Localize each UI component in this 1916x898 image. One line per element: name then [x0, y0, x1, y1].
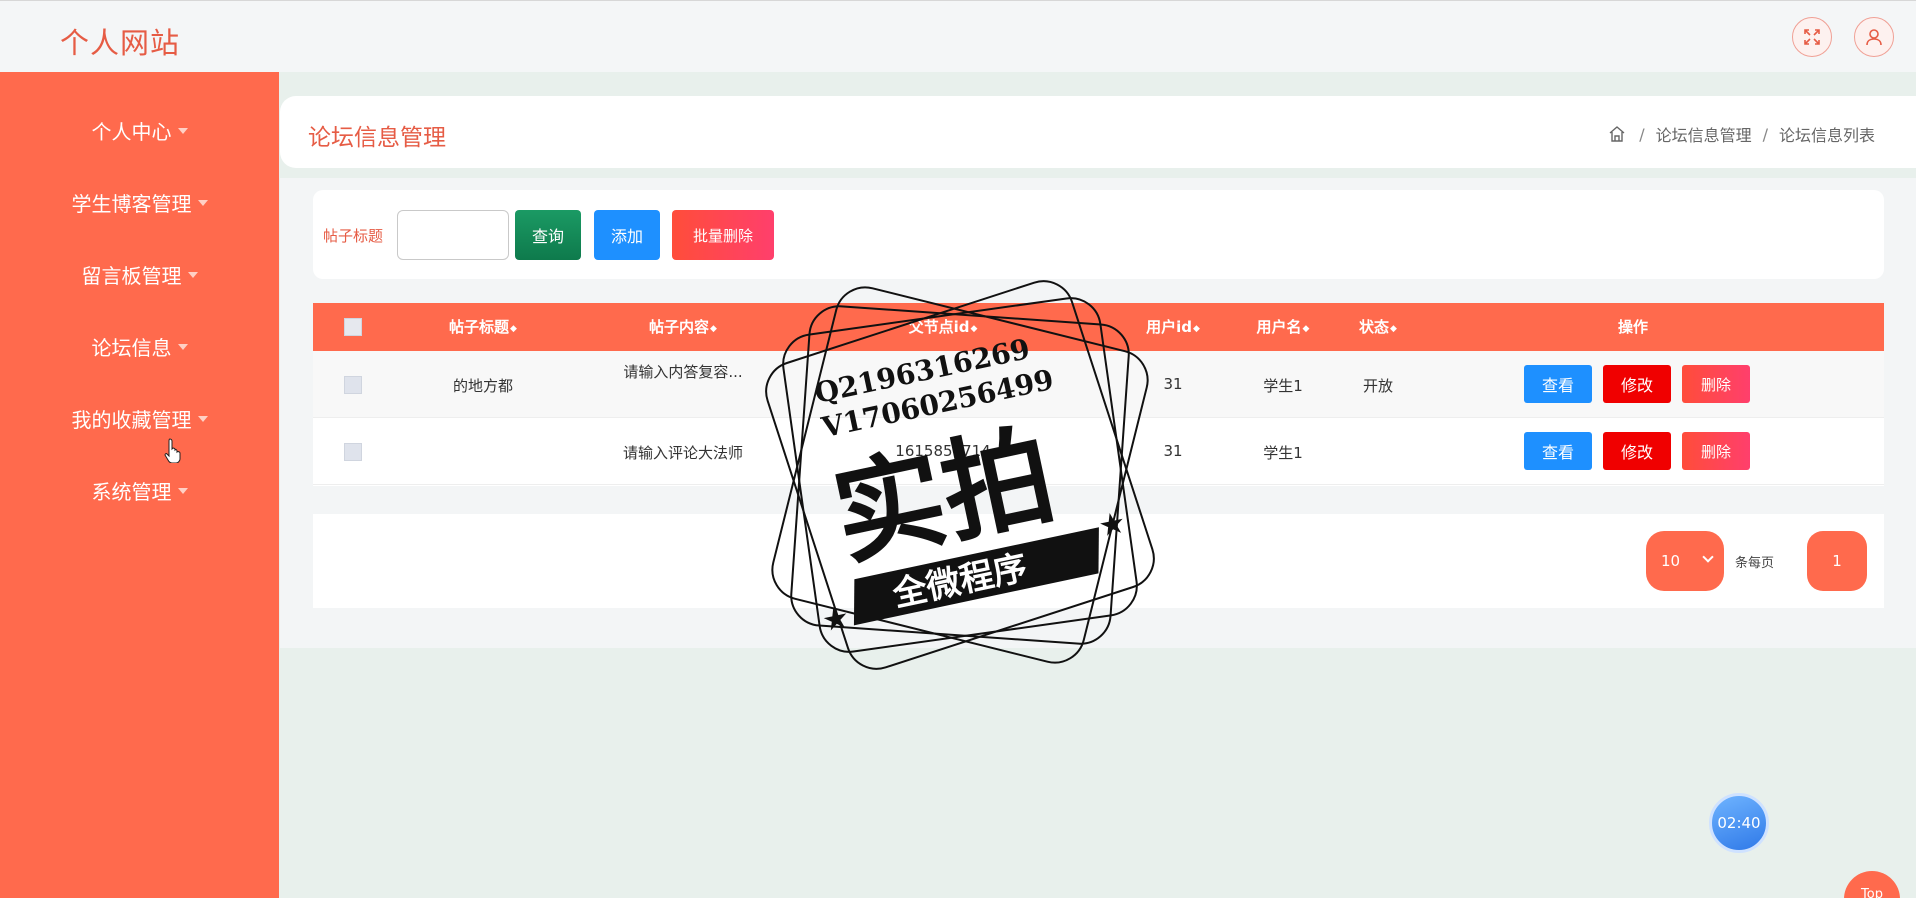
view-button[interactable]: 查看 [1524, 365, 1592, 403]
caret-down-icon [187, 272, 198, 278]
sort-icon: ◆ [1302, 324, 1310, 334]
edit-button[interactable]: 修改 [1603, 432, 1671, 470]
breadcrumb-item-forum-management[interactable]: 论坛信息管理 [1656, 122, 1752, 146]
sidebar-item-blog-management[interactable]: 学生博客管理 [0, 182, 279, 222]
search-label: 帖子标题 [323, 227, 384, 245]
post-title-search-input[interactable] [397, 210, 509, 260]
column-header-username[interactable]: 用户名◆ [1223, 303, 1343, 351]
cell-username: 学生1 [1263, 377, 1303, 395]
breadcrumb-separator: / [1762, 124, 1768, 144]
sidebar-item-message-board[interactable]: 留言板管理 [0, 254, 279, 294]
cell-status: 开放 [1362, 377, 1393, 395]
caret-down-icon [177, 128, 188, 134]
sidebar: 个人中心 学生博客管理 留言板管理 论坛信息 我的收藏管理 系统管理 [0, 72, 279, 898]
per-page-label: 条每页 [1735, 556, 1775, 571]
add-button[interactable]: 添加 [594, 210, 660, 260]
breadcrumb-separator: / [1639, 124, 1645, 144]
row-checkbox[interactable] [344, 443, 362, 461]
hand-cursor-icon [164, 438, 181, 463]
watermark-stamp: Q2196316269 V17060256499 实拍 全微程序 ★ ★ [765, 280, 1155, 670]
caret-down-icon [197, 416, 208, 422]
user-menu-button[interactable] [1854, 17, 1894, 57]
sidebar-item-system[interactable]: 系统管理 [0, 470, 279, 510]
breadcrumb-item-forum-list: 论坛信息列表 [1778, 126, 1875, 145]
cell-content: 请输入内答复容... [623, 363, 743, 381]
sort-icon: ◆ [1192, 324, 1200, 334]
sort-icon: ◆ [510, 324, 517, 334]
cell-content: 请输入评论大法师 [622, 444, 743, 462]
chevron-down-icon [1702, 551, 1714, 563]
cell-username: 学生1 [1263, 444, 1303, 462]
sidebar-item-label: 论坛信息 [91, 335, 172, 360]
page-header: 论坛信息管理 / 论坛信息管理 / 论坛信息列表 [280, 96, 1916, 168]
column-header-content[interactable]: 帖子内容◆ [613, 303, 753, 351]
query-button[interactable]: 查询 [515, 210, 581, 260]
home-icon[interactable] [1608, 125, 1626, 143]
sidebar-item-personal-center[interactable]: 个人中心 [0, 110, 279, 150]
user-icon [1866, 29, 1882, 46]
fullscreen-button[interactable] [1792, 17, 1832, 57]
delete-button[interactable]: 删除 [1682, 365, 1750, 403]
page-title: 论坛信息管理 [308, 125, 446, 151]
sidebar-item-label: 学生博客管理 [71, 191, 192, 216]
edit-button[interactable]: 修改 [1603, 365, 1671, 403]
breadcrumb: / 论坛信息管理 / 论坛信息列表 [1608, 122, 1875, 146]
sidebar-item-forum[interactable]: 论坛信息 [0, 326, 279, 366]
page-size-select[interactable]: 10 [1646, 531, 1724, 591]
sidebar-item-label: 个人中心 [91, 119, 172, 144]
column-header-title[interactable]: 帖子标题◆ [413, 303, 553, 351]
row-checkbox[interactable] [344, 376, 362, 394]
back-to-top-button[interactable]: Top [1844, 871, 1900, 898]
column-header-actions: 操作 [1617, 318, 1648, 336]
caret-down-icon [197, 200, 208, 206]
batch-delete-button[interactable]: 批量删除 [672, 210, 774, 260]
star-icon: ★ [819, 600, 853, 640]
timer-badge[interactable]: 02:40 [1709, 793, 1769, 853]
sidebar-item-label: 系统管理 [91, 479, 172, 504]
caret-down-icon [177, 488, 188, 494]
sidebar-item-label: 留言板管理 [81, 263, 182, 288]
sidebar-item-label: 我的收藏管理 [71, 407, 192, 432]
cell-title: 的地方都 [452, 377, 513, 395]
column-header-status[interactable]: 状态◆ [1333, 303, 1423, 351]
page-size-value: 10 [1661, 552, 1681, 570]
sort-icon: ◆ [1390, 324, 1397, 334]
site-title: 个人网站 [60, 26, 181, 60]
view-button[interactable]: 查看 [1524, 432, 1592, 470]
select-all-checkbox[interactable] [344, 318, 362, 336]
top-header: 个人网站 [0, 0, 1916, 72]
delete-button[interactable]: 删除 [1682, 432, 1750, 470]
caret-down-icon [177, 344, 188, 350]
sort-icon: ◆ [710, 324, 717, 334]
expand-icon [1804, 29, 1820, 45]
sidebar-item-favorites[interactable]: 我的收藏管理 [0, 398, 279, 438]
star-icon: ★ [1095, 505, 1129, 545]
page-number-button[interactable]: 1 [1807, 531, 1867, 591]
